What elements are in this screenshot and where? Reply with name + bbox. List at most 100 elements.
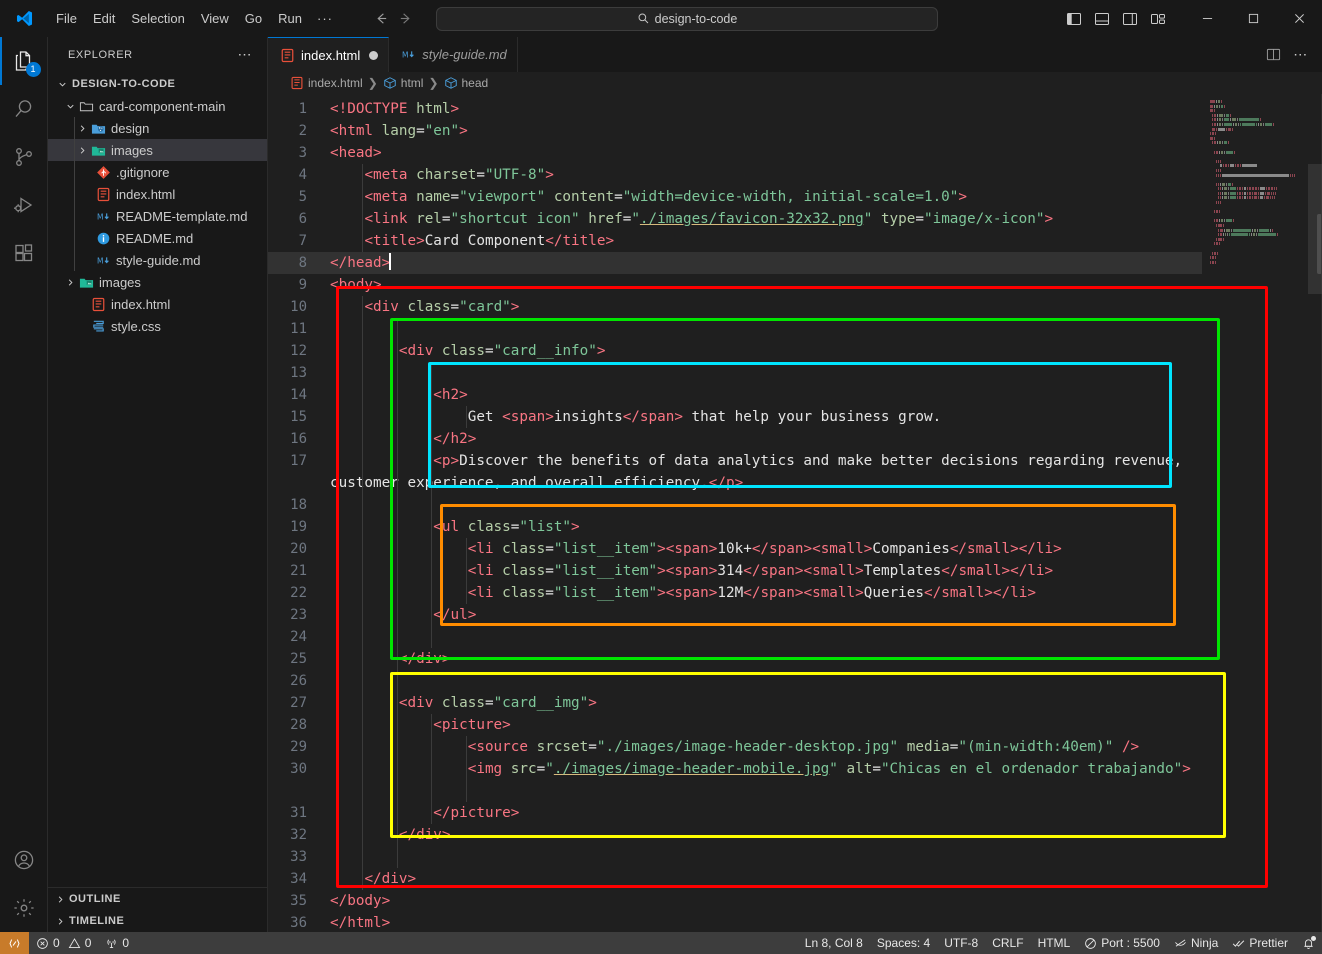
activity-extensions[interactable] [0,229,48,277]
code-line[interactable]: 9<body> [268,274,1202,296]
menu-view[interactable]: View [193,8,237,29]
code-line[interactable]: 28 <picture> [268,714,1202,736]
code-line[interactable]: 7 <title>Card Component</title> [268,230,1202,252]
code-line[interactable]: 27 <div class="card__img"> [268,692,1202,714]
menu-more[interactable]: ··· [310,8,340,29]
menu-run[interactable]: Run [270,8,310,29]
activity-search[interactable] [0,85,48,133]
code-line[interactable]: 21 <li class="list__item"><span>314</spa… [268,560,1202,582]
editor-scrollbar[interactable] [1308,94,1322,932]
customize-layout-icon[interactable] [1146,7,1170,31]
code-line[interactable]: 15 Get <span>insights</span> that help y… [268,406,1202,428]
tab-style-guide-md[interactable]: M style-guide.md [389,37,518,72]
tab-index-html[interactable]: index.html [268,37,389,72]
code-line[interactable]: 2<html lang="en"> [268,120,1202,142]
scrollbar-thumb[interactable] [1308,164,1322,294]
tree-file-index-html-outer[interactable]: index.html [48,293,267,315]
code-line[interactable]: 8</head> [268,252,1202,274]
status-notifications[interactable] [1295,932,1322,954]
menu-selection[interactable]: Selection [123,8,192,29]
activity-source-control[interactable] [0,133,48,181]
code-line[interactable]: 1<!DOCTYPE html> [268,98,1202,120]
code-line[interactable]: 11 [268,318,1202,340]
status-language-mode[interactable]: HTML [1031,932,1078,954]
more-actions-icon[interactable]: ⋯ [238,46,258,63]
tree-file-style-css[interactable]: style.css [48,315,267,337]
status-encoding[interactable]: UTF-8 [937,932,985,954]
status-prettier[interactable]: Prettier [1225,932,1295,954]
close-icon[interactable] [1276,0,1322,37]
breadcrumb-item-html[interactable]: html [381,76,426,90]
remote-window-icon[interactable] [0,932,29,954]
code-line[interactable]: 22 <li class="list__item"><span>12M</spa… [268,582,1202,604]
status-live-server-port[interactable]: Port : 5500 [1077,932,1167,954]
code-line[interactable]: 18 [268,494,1202,516]
toggle-panel-icon[interactable] [1090,7,1114,31]
code-line[interactable]: 6 <link rel="shortcut icon" href="./imag… [268,208,1202,230]
tree-file-index-html-inner[interactable]: index.html [48,183,267,205]
toggle-secondary-sidebar-icon[interactable] [1118,7,1142,31]
code-line[interactable]: 34 </div> [268,868,1202,890]
minimap[interactable] [1202,94,1322,932]
activity-accounts[interactable] [0,836,48,884]
code-line[interactable]: 29 <source srcset="./images/image-header… [268,736,1202,758]
activity-manage[interactable] [0,884,48,932]
dirty-indicator-icon[interactable] [369,51,378,60]
status-problems[interactable]: 0 0 [29,932,98,954]
pane-timeline[interactable]: TIMELINE [48,910,267,932]
split-editor-right-icon[interactable] [1260,42,1286,68]
tree-file-gitignore[interactable]: .gitignore [48,161,267,183]
pane-outline[interactable]: OUTLINE [48,888,267,910]
status-ninja[interactable]: Ninja [1167,932,1225,954]
code-line[interactable]: 13 [268,362,1202,384]
code-line[interactable]: 30 <img src="./images/image-header-mobil… [268,758,1202,802]
tree-folder-images-inner[interactable]: images [48,139,267,161]
arrow-right-icon[interactable] [394,8,416,30]
tree-folder-card-component-main[interactable]: card-component-main [48,95,267,117]
minimize-icon[interactable] [1184,0,1230,37]
more-actions-icon[interactable]: ⋯ [1288,42,1314,68]
tree-file-readme[interactable]: README.md [48,227,267,249]
maximize-icon[interactable] [1230,0,1276,37]
tree-root-design-to-code[interactable]: DESIGN-TO-CODE [48,73,267,95]
tree-file-readme-template[interactable]: M README-template.md [48,205,267,227]
code-line[interactable]: 23 </ul> [268,604,1202,626]
code-line[interactable]: 32 </div> [268,824,1202,846]
status-ports[interactable]: 0 [98,932,136,954]
status-eol[interactable]: CRLF [985,932,1030,954]
menu-go[interactable]: Go [237,8,270,29]
code-line[interactable]: 14 <h2> [268,384,1202,406]
code-line[interactable]: 19 <ul class="list"> [268,516,1202,538]
code-line[interactable]: 33 [268,846,1202,868]
breadcrumb-item-file[interactable]: index.html [288,76,365,90]
tree-folder-images-outer[interactable]: images [48,271,267,293]
code-line[interactable]: 26 [268,670,1202,692]
arrow-left-icon[interactable] [370,8,392,30]
code-line[interactable]: 20 <li class="list__item"><span>10k+</sp… [268,538,1202,560]
code-line[interactable]: 4 <meta charset="UTF-8"> [268,164,1202,186]
status-indentation[interactable]: Spaces: 4 [870,932,937,954]
code-line[interactable]: 5 <meta name="viewport" content="width=d… [268,186,1202,208]
code-line[interactable]: 24 [268,626,1202,648]
tree-file-style-guide[interactable]: M style-guide.md [48,249,267,271]
code-line[interactable]: 12 <div class="card__info"> [268,340,1202,362]
toggle-primary-sidebar-icon[interactable] [1062,7,1086,31]
code-lines[interactable]: 1<!DOCTYPE html>2<html lang="en">3<head>… [268,94,1202,932]
code-editor[interactable]: 1<!DOCTYPE html>2<html lang="en">3<head>… [268,94,1322,932]
menu-file[interactable]: File [48,8,85,29]
code-line[interactable]: 10 <div class="card"> [268,296,1202,318]
code-line[interactable]: 31 </picture> [268,802,1202,824]
status-cursor-position[interactable]: Ln 8, Col 8 [798,932,870,954]
code-line[interactable]: 25 </div> [268,648,1202,670]
code-line[interactable]: 16 </h2> [268,428,1202,450]
code-line[interactable]: 35</body> [268,890,1202,912]
breadcrumb-item-head[interactable]: head [442,76,491,90]
activity-run-and-debug[interactable] [0,181,48,229]
activity-explorer[interactable]: 1 [0,37,48,85]
code-line[interactable]: 17 <p>Discover the benefits of data anal… [268,450,1202,494]
code-line[interactable]: 36</html> [268,912,1202,932]
tree-folder-design[interactable]: design [48,117,267,139]
menu-edit[interactable]: Edit [85,8,123,29]
code-line[interactable]: 3<head> [268,142,1202,164]
command-center[interactable]: design-to-code [436,7,938,31]
